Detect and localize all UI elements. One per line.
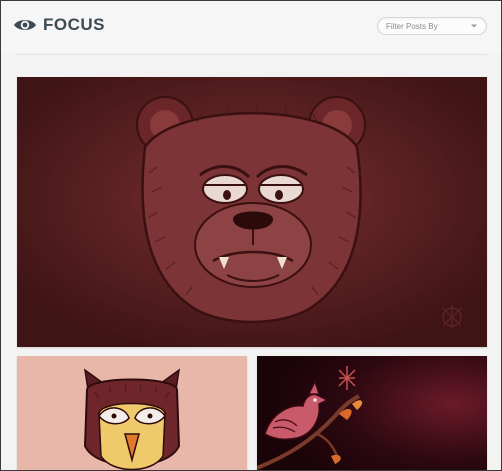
filter-posts-dropdown[interactable]: Filter Posts By <box>377 17 487 35</box>
chevron-down-icon <box>471 24 477 28</box>
eye-icon <box>14 20 36 30</box>
site-header: FOCUS Filter Posts By <box>1 1 501 53</box>
logo-text: FOCUS <box>43 15 105 34</box>
post-card-bear[interactable] <box>17 77 487 347</box>
owl-illustration <box>17 356 247 470</box>
bird-illustration <box>257 356 487 470</box>
filter-posts-label: Filter Posts By <box>386 21 438 31</box>
page-frame: FOCUS Filter Posts By <box>0 0 502 471</box>
post-card-owl[interactable] <box>17 356 247 470</box>
bear-illustration <box>17 77 487 347</box>
site-logo[interactable]: FOCUS <box>13 15 105 35</box>
header-divider <box>15 54 487 55</box>
post-card-bird[interactable] <box>257 356 487 470</box>
